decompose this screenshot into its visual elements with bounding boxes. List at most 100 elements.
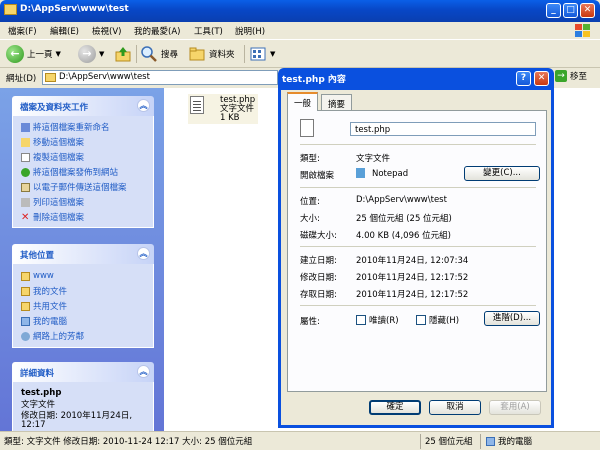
- menu-view[interactable]: 檢視(V): [92, 25, 121, 37]
- task-print[interactable]: 列印這個檔案: [21, 196, 84, 208]
- status-text: 類型: 文字文件 修改日期: 2010-11-24 12:17 大小: 25 個…: [4, 437, 253, 447]
- forward-arrow-icon: →: [78, 45, 96, 63]
- file-tasks-header[interactable]: 檔案及資料夾工作 ︽: [12, 96, 154, 116]
- tab-general[interactable]: 一般: [287, 92, 319, 111]
- folder-icon: [45, 73, 56, 82]
- task-label: 將這個檔案發佈到網站: [33, 168, 119, 178]
- details-filename: test.php: [21, 388, 62, 398]
- go-arrow-icon: →: [555, 70, 567, 82]
- task-copy[interactable]: 複製這個檔案: [21, 151, 84, 163]
- back-arrow-icon: ←: [6, 45, 24, 63]
- place-network[interactable]: 網路上的芳鄰: [21, 330, 84, 342]
- go-button[interactable]: → 移至: [555, 70, 587, 82]
- attributes-label: 屬性:: [300, 317, 320, 327]
- collapse-chevron-icon[interactable]: ︽: [137, 99, 150, 112]
- status-size: 25 個位元組: [425, 437, 473, 447]
- folders-button[interactable]: 資料夾: [188, 44, 235, 64]
- file-tasks-title: 檔案及資料夾工作: [20, 103, 89, 113]
- close-button[interactable]: ✕: [580, 3, 595, 18]
- menu-file[interactable]: 檔案(F): [8, 25, 37, 37]
- task-delete[interactable]: ✕ 刪除這個檔案: [21, 211, 84, 223]
- place-my-computer[interactable]: 我的電腦: [21, 315, 67, 327]
- collapse-chevron-icon[interactable]: ︽: [137, 247, 150, 260]
- cancel-button[interactable]: 取消: [429, 400, 481, 415]
- window-title: D:\AppServ\www\test: [20, 4, 129, 14]
- readonly-checkbox[interactable]: 唯讀(R): [356, 314, 399, 326]
- search-label: 搜尋: [161, 50, 179, 60]
- place-shared-documents[interactable]: 共用文件: [21, 300, 67, 312]
- window-title-bar[interactable]: D:\AppServ\www\test _ □ ✕: [0, 0, 600, 22]
- hidden-label: 隱藏(H): [429, 316, 460, 326]
- file-tasks-panel: 將這個檔案重新命名 移動這個檔案 複製這個檔案 將這個檔案發佈到網站 以電子郵件…: [12, 116, 154, 228]
- other-places-title: 其他位置: [20, 251, 55, 261]
- views-button[interactable]: ▼: [249, 44, 275, 64]
- place-label: www: [33, 271, 54, 281]
- other-places-header[interactable]: 其他位置 ︽: [12, 244, 154, 264]
- details-header[interactable]: 詳細資料 ︽: [12, 362, 154, 382]
- tab-summary[interactable]: 摘要: [321, 94, 353, 110]
- file-item[interactable]: test.php 文字文件 1 KB: [188, 94, 258, 124]
- location-label: 位置:: [300, 197, 320, 207]
- search-icon: [141, 46, 157, 62]
- advanced-button[interactable]: 進階(D)...: [484, 311, 540, 326]
- hidden-checkbox[interactable]: 隱藏(H): [416, 314, 459, 326]
- file-size: 1 KB: [220, 113, 240, 123]
- task-label: 移動這個檔案: [33, 138, 85, 148]
- address-input[interactable]: D:\AppServ\www\test: [42, 70, 278, 85]
- modified-value: 2010年11月24日, 12:17:52: [356, 273, 469, 283]
- status-zone: 我的電腦: [486, 435, 532, 447]
- address-value: D:\AppServ\www\test: [59, 72, 150, 82]
- task-rename[interactable]: 將這個檔案重新命名: [21, 121, 110, 133]
- size-value: 25 個位元組 (25 位元組): [356, 214, 452, 224]
- text-file-icon: [190, 96, 204, 114]
- menu-edit[interactable]: 編輯(E): [50, 25, 79, 37]
- task-move[interactable]: 移動這個檔案: [21, 136, 84, 148]
- up-folder-button[interactable]: [114, 44, 132, 64]
- folder-icon: [21, 271, 30, 281]
- chevron-down-icon: ▼: [99, 50, 105, 58]
- disk-size-value: 4.00 KB (4,096 位元組): [356, 231, 451, 241]
- forward-button[interactable]: → ▼: [78, 44, 104, 64]
- general-tab-page: test.php 類型: 文字文件 開啟檔案 Notepad 變更(C)... …: [287, 110, 547, 392]
- opens-with-label: 開啟檔案: [300, 171, 335, 181]
- filename-input[interactable]: test.php: [350, 122, 536, 136]
- printer-icon: [21, 197, 30, 207]
- created-value: 2010年11月24日, 12:07:34: [356, 256, 469, 266]
- size-label: 大小:: [300, 214, 320, 224]
- back-label: 上一頁: [27, 50, 53, 60]
- place-label: 我的文件: [33, 287, 68, 297]
- place-my-documents[interactable]: 我的文件: [21, 285, 67, 297]
- menu-tools[interactable]: 工具(T): [194, 25, 223, 37]
- folders-label: 資料夾: [209, 50, 235, 60]
- disk-size-label: 磁碟大小:: [300, 231, 337, 241]
- opens-with-value: Notepad: [372, 169, 409, 179]
- collapse-chevron-icon[interactable]: ︽: [137, 365, 150, 378]
- place-label: 網路上的芳鄰: [33, 332, 85, 342]
- up-folder-icon: [115, 47, 131, 62]
- place-label: 共用文件: [33, 302, 68, 312]
- back-button[interactable]: ← 上一頁 ▼: [6, 44, 61, 64]
- ok-button[interactable]: 確定: [369, 400, 421, 415]
- delete-icon: ✕: [21, 211, 30, 223]
- maximize-button[interactable]: □: [563, 3, 578, 18]
- type-label: 類型:: [300, 154, 320, 164]
- menu-favorites[interactable]: 我的最愛(A): [134, 25, 180, 37]
- location-value: D:\AppServ\www\test: [356, 195, 447, 205]
- task-publish[interactable]: 將這個檔案發佈到網站: [21, 166, 118, 178]
- minimize-button[interactable]: _: [546, 3, 561, 18]
- menu-help[interactable]: 說明(H): [235, 25, 265, 37]
- type-value: 文字文件: [356, 154, 391, 164]
- details-time: 12:17: [21, 420, 46, 430]
- place-www[interactable]: www: [21, 270, 54, 282]
- task-label: 刪除這個檔案: [33, 213, 85, 223]
- search-button[interactable]: 搜尋: [140, 44, 178, 64]
- task-email[interactable]: 以電子郵件傳送這個檔案: [21, 181, 127, 193]
- change-button[interactable]: 變更(C)...: [464, 166, 540, 181]
- go-label: 移至: [570, 72, 588, 82]
- menu-bar: 檔案(F) 編輯(E) 檢視(V) 我的最愛(A) 工具(T) 說明(H): [0, 22, 600, 40]
- help-button[interactable]: ?: [516, 71, 531, 86]
- folder-icon: [21, 286, 30, 296]
- dialog-close-button[interactable]: ✕: [534, 71, 549, 86]
- apply-button[interactable]: 套用(A): [489, 400, 541, 415]
- globe-icon: [21, 167, 30, 177]
